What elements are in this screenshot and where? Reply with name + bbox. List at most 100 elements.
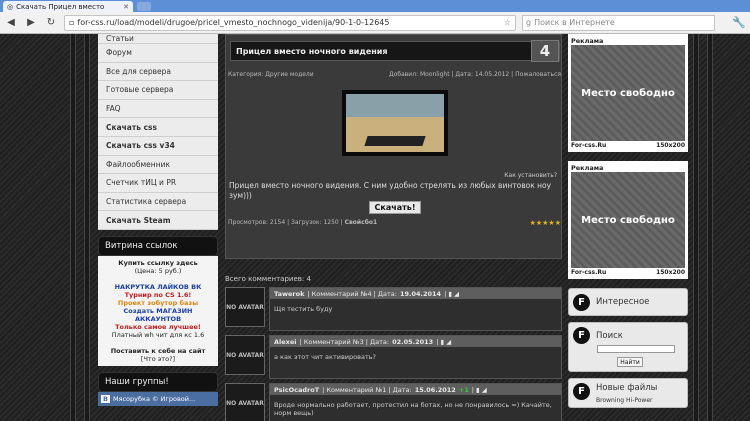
site-menu: Статьи Форум Все для сервера Готовые сер… <box>98 34 218 230</box>
menu-item[interactable]: Статьи <box>98 34 218 44</box>
main-content: Прицел вместо ночного видения 4 Категори… <box>225 34 562 421</box>
menu-item[interactable]: Все для сервера <box>98 63 218 82</box>
new-files-widget[interactable]: F Новые файлы Browning Hi-Power <box>568 378 688 408</box>
ad-size: 150х200 <box>656 142 685 149</box>
comment-rating: +1 <box>458 385 469 394</box>
browser-tab-bar: ◎ Скачать Прицел вместо ✕ <box>0 0 750 12</box>
widget-title: Поиск <box>596 330 623 341</box>
reload-icon[interactable]: ↻ <box>44 17 58 28</box>
ad-slot[interactable]: Реклама Место свободно For-css.Ru 150х200 <box>568 161 688 279</box>
screenshot-thumbnail[interactable] <box>342 90 448 156</box>
vk-widget[interactable]: B Мясорубка © Игровой... <box>98 391 218 406</box>
left-rail-inner <box>84 34 90 421</box>
url-text: for-css.ru/load/modeli/drugoe/pricel_vme… <box>77 18 390 27</box>
comment-info: | Комментарий №4 | Дата: <box>307 289 397 298</box>
comment-date: 15.06.2012 <box>414 385 456 394</box>
tab-title: Скачать Прицел вместо <box>16 2 105 11</box>
how-install-link[interactable]: Как установить? <box>504 172 557 179</box>
menu-item[interactable]: Форум <box>98 44 218 63</box>
file-entry: Прицел вместо ночного видения 4 Категори… <box>225 34 562 259</box>
ad-size: 150х200 <box>656 269 685 276</box>
comment-author[interactable]: Alexei <box>274 338 297 346</box>
widget-title: Интересное <box>596 297 650 307</box>
browser-toolbar: ◀ ▶ ↻ ▫ for-css.ru/load/modeli/drugoe/pr… <box>0 12 750 34</box>
site-logo-icon: F <box>573 327 590 344</box>
site-search-input[interactable] <box>597 345 675 353</box>
ad-label: Реклама <box>571 37 604 45</box>
added-info: Добавил: Moonlight | Дата: 14.05.2012 | … <box>389 71 561 78</box>
menu-item[interactable]: Скачать css <box>98 118 218 137</box>
download-button[interactable]: Скачать! <box>369 201 421 214</box>
site-logo-icon: F <box>573 293 590 311</box>
vote-icon[interactable]: | ▮ ◢ <box>472 386 487 394</box>
comment-date: 19.04.2014 <box>399 289 442 298</box>
site-logo-icon: F <box>573 383 590 400</box>
vote-icon[interactable]: | ▮ ◢ <box>436 338 451 346</box>
showcase-link[interactable]: Создать МАГАЗИН <box>124 307 193 315</box>
new-file-link[interactable]: Browning Hi-Power <box>596 397 657 404</box>
avatar: NO AVATAR <box>225 383 265 421</box>
comment: NO AVATAR PsicOcadroT | Комментарий №1 |… <box>225 383 562 421</box>
showcase-link[interactable]: Проект зобутор базы <box>118 299 198 307</box>
entry-meta: Категория: Другие модели Добавил: Moonli… <box>228 71 561 78</box>
search-placeholder: Поиск в Интернете <box>534 18 615 27</box>
comments-total: Всего комментариев: 4 <box>225 275 311 283</box>
showcase-link[interactable]: Платный wh чит для кс 1.6 <box>112 331 204 339</box>
ad-site: For-css.Ru <box>571 269 607 276</box>
entry-title: Прицел вместо ночного видения <box>236 46 388 56</box>
menu-item[interactable]: Скачать css v34 <box>98 137 218 156</box>
avatar: NO AVATAR <box>225 335 265 375</box>
what-link[interactable]: [Что это?] <box>141 355 175 363</box>
search-button[interactable]: Найти <box>617 357 643 367</box>
address-bar[interactable]: ▫ for-css.ru/load/modeli/drugoe/pricel_v… <box>64 14 516 31</box>
page-favicon-icon: ◎ <box>7 2 14 11</box>
place-link[interactable]: Поставить к себе на сайт <box>100 347 216 355</box>
comment: NO AVATAR Tawerok | Комментарий №4 | Дат… <box>225 287 562 331</box>
ad-site: For-css.Ru <box>571 142 607 149</box>
showcase-link[interactable]: Турнир по CS 1.6! <box>125 291 192 299</box>
comment-text: Вроде нормально работает, протестил на б… <box>274 401 552 417</box>
menu-item[interactable]: Готовые сервера <box>98 81 218 100</box>
vk-group-name: Мясорубка © Игровой... <box>112 394 196 403</box>
comment-author[interactable]: PsicOcadroT <box>274 386 319 394</box>
search-widget: F Поиск Найти <box>568 322 688 372</box>
menu-item[interactable]: FAQ <box>98 100 218 119</box>
menu-item[interactable]: Счетчик тИЦ и PR <box>98 174 218 193</box>
back-icon[interactable]: ◀ <box>4 17 18 28</box>
bookmark-star-icon[interactable]: ☆ <box>504 18 511 27</box>
right-sidebar: Реклама Место свободно For-css.Ru 150х200… <box>568 34 688 414</box>
browser-tab[interactable]: ◎ Скачать Прицел вместо ✕ <box>3 1 133 12</box>
comment-text: Щя тестить буду <box>274 305 333 313</box>
menu-item[interactable]: Скачать Steam <box>98 211 218 230</box>
left-sidebar: Статьи Форум Все для сервера Готовые сер… <box>98 34 218 406</box>
comment-author[interactable]: Tawerok <box>274 290 304 298</box>
web-search-box[interactable]: g Поиск в Интернете <box>522 14 715 31</box>
showcase-link[interactable]: АККАУНТОВ <box>135 315 181 323</box>
comment-info: | Комментарий №1 | Дата: <box>322 385 412 394</box>
widget-title: Новые файлы <box>596 383 658 393</box>
buy-link[interactable]: Купить ссылку здесь <box>100 259 216 267</box>
groups-header: Наши группы! <box>98 371 218 392</box>
avatar: NO AVATAR <box>225 287 265 327</box>
showcase-link[interactable]: Только самое лучшее! <box>115 323 201 331</box>
menu-item[interactable]: Файлообменник <box>98 156 218 175</box>
comment-info: | Комментарий №3 | Дата: <box>299 337 390 346</box>
comment-text: а как этот чит активировать? <box>274 353 377 361</box>
showcase-link[interactable]: НАКРУТКА ЛАЙКОВ ВК <box>115 283 202 291</box>
right-rail <box>693 34 699 421</box>
left-rail <box>70 34 76 421</box>
interesting-widget[interactable]: F Интересное <box>568 288 688 316</box>
close-tab-icon[interactable]: ✕ <box>123 3 129 11</box>
forward-icon[interactable]: ▶ <box>24 17 38 28</box>
rating-stars[interactable]: ★★★★★ <box>530 219 561 227</box>
page-icon: ▫ <box>69 18 75 27</box>
vote-icon[interactable]: | ▮ ◢ <box>444 290 459 298</box>
menu-item[interactable]: Статистика сервера <box>98 193 218 212</box>
comments-count-badge: 4 <box>531 40 559 62</box>
wrench-menu-icon[interactable]: 🔧 <box>732 16 746 29</box>
category-link[interactable]: Категория: Другие модели <box>228 71 314 78</box>
ad-placeholder: Место свободно <box>571 45 685 141</box>
ad-placeholder: Место свободно <box>571 172 685 268</box>
ad-slot[interactable]: Реклама Место свободно For-css.Ru 150х200 <box>568 34 688 152</box>
new-tab-button[interactable] <box>137 2 151 11</box>
